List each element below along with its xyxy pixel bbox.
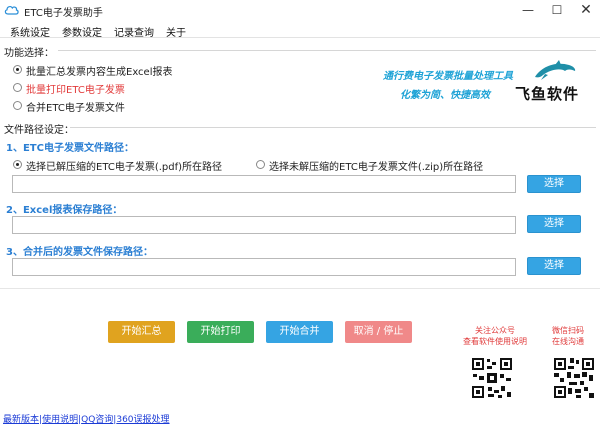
slogan-line-1: 通行费电子发票批量处理工具: [383, 71, 513, 82]
excel-path-heading: 2、Excel报表保存路径：: [6, 205, 123, 216]
radio-merge-files[interactable]: [13, 101, 22, 110]
qr-code-wechat-icon: [552, 356, 596, 400]
group-line: [70, 127, 596, 128]
minimize-button[interactable]: —: [514, 0, 542, 20]
merge-path-select-button[interactable]: 选择: [527, 257, 581, 275]
menu-parameter-settings[interactable]: 参数设定: [62, 24, 102, 39]
excel-path-select-button[interactable]: 选择: [527, 215, 581, 233]
close-button[interactable]: ✕: [572, 0, 600, 20]
option-excel-report[interactable]: 批量汇总发票内容生成Excel报表: [26, 63, 173, 78]
start-print-button[interactable]: 开始打印: [187, 321, 254, 343]
qr-left-caption: 关注公众号 查看软件使用说明: [463, 326, 527, 346]
radio-zip-file[interactable]: [256, 160, 265, 169]
cancel-stop-button[interactable]: 取消 / 停止: [345, 321, 412, 343]
brand-name: 飞鱼软件: [515, 85, 580, 103]
merge-path-input[interactable]: [12, 258, 516, 276]
footer-links: 最新版本|使用说明|QQ咨询|360误报处理: [3, 415, 170, 425]
window-title: ETC电子发票助手: [24, 8, 103, 19]
invoice-path-heading: 1、ETC电子发票文件路径：: [6, 143, 134, 154]
invoice-path-input[interactable]: [12, 175, 516, 193]
menu-record-query[interactable]: 记录查询: [114, 24, 154, 39]
option-merge-files[interactable]: 合并ETC电子发票文件: [26, 99, 125, 114]
menu-about[interactable]: 关于: [166, 24, 186, 39]
link-latest-version[interactable]: 最新版本: [3, 415, 39, 425]
merge-path-heading: 3、合并后的发票文件保存路径：: [6, 247, 153, 258]
path-section-label: 文件路径设定：: [4, 125, 74, 136]
section-divider: [0, 288, 600, 289]
menu-system-settings[interactable]: 系统设定: [10, 24, 50, 39]
radio-batch-print[interactable]: [13, 83, 22, 92]
link-user-guide[interactable]: 使用说明: [42, 415, 78, 425]
menu-bar: 系统设定 参数设定 记录查询 关于: [0, 22, 600, 39]
link-qq-consult[interactable]: QQ咨询: [81, 415, 113, 425]
dolphin-logo-icon: [535, 60, 576, 80]
start-summary-button[interactable]: 开始汇总: [108, 321, 175, 343]
start-merge-button[interactable]: 开始合并: [266, 321, 333, 343]
option-unzipped-pdf[interactable]: 选择已解压缩的ETC电子发票(.pdf)所在路径: [26, 158, 222, 173]
qr-code-official-account-icon: [470, 356, 514, 400]
group-line: [58, 50, 596, 51]
radio-unzipped-pdf[interactable]: [13, 160, 22, 169]
maximize-button[interactable]: ☐: [543, 0, 571, 20]
excel-path-input[interactable]: [12, 216, 516, 234]
function-section-label: 功能选择：: [4, 48, 54, 59]
option-batch-print[interactable]: 批量打印ETC电子发票: [26, 81, 125, 96]
radio-excel-report[interactable]: [13, 65, 22, 74]
qr-right-caption: 微信扫码 在线沟通: [552, 326, 584, 346]
cloud-icon: [4, 6, 19, 15]
link-360-false-alarm[interactable]: 360误报处理: [116, 415, 169, 425]
option-zip-file[interactable]: 选择未解压缩的ETC电子发票文件(.zip)所在路径: [269, 158, 483, 173]
invoice-path-select-button[interactable]: 选择: [527, 175, 581, 193]
title-bar: ETC电子发票助手 — ☐ ✕: [0, 0, 600, 20]
slogan-line-2: 化繁为简、快捷高效: [400, 90, 490, 101]
